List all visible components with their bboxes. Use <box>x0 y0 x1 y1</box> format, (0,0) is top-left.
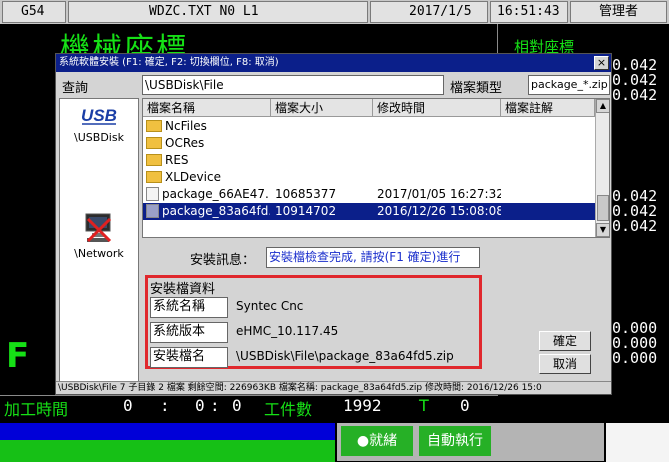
work-time-sep: : <box>160 396 170 415</box>
close-icon[interactable]: × <box>594 56 609 70</box>
feed-indicator: F <box>6 336 30 376</box>
drive-label-network[interactable]: \Network <box>61 247 137 260</box>
query-label: 查詢 <box>62 81 89 96</box>
work-time-seconds: 0 <box>232 396 242 415</box>
file-list-scrollbar[interactable]: ▲ ▼ <box>595 99 609 237</box>
system-version-label: 系統版本 <box>150 322 228 343</box>
network-drive-icon[interactable] <box>82 211 116 245</box>
relative-values-low: 0.000 0.000 0.000 <box>612 319 658 367</box>
drive-panel: USB \USBDisk \Network <box>59 98 139 388</box>
install-file-label: 安裝檔名 <box>150 347 228 368</box>
folder-icon <box>146 119 162 132</box>
scroll-thumb[interactable] <box>597 195 609 221</box>
file-row[interactable]: OCRes <box>143 135 595 152</box>
user-display: 管理者 <box>570 1 667 23</box>
software-install-dialog: 系統軟體安裝 (F1: 確定, F2: 切換欄位, F8: 取消) × 查詢 \… <box>55 53 612 395</box>
scroll-down-icon[interactable]: ▼ <box>596 223 609 237</box>
install-file-value: \USBDisk\File\package_83a64fd5.zip <box>236 349 454 363</box>
relative-values-mid: 0.042 0.042 0.042 <box>612 187 658 235</box>
folder-icon <box>146 136 162 149</box>
program-name: WDZC.TXT N0 L1 <box>68 1 368 23</box>
dialog-status-bar: \USBDisk\File 7 子目錄 2 檔案 剩餘空間: 226963KB … <box>56 381 611 394</box>
status-ready-button[interactable]: ●就緒 <box>341 426 413 456</box>
install-message: 安裝檔檢查完成, 請按(F1 確定)進行 <box>266 247 480 268</box>
auto-execute-button[interactable]: 自動執行 <box>419 426 491 456</box>
column-header-comment[interactable]: 檔案註解 <box>501 99 595 117</box>
system-name-label: 系統名稱 <box>150 297 228 318</box>
column-header-size[interactable]: 檔案大小 <box>271 99 373 117</box>
column-header-name[interactable]: 檔案名稱 <box>143 99 271 117</box>
file-row-selected[interactable]: package_83a64fd... 10914702 2016/12/26 1… <box>143 203 595 220</box>
cancel-button[interactable]: 取消 <box>539 354 591 374</box>
drive-label-usb[interactable]: \USBDisk <box>61 131 137 144</box>
work-time-sep: : <box>210 396 220 415</box>
file-icon <box>146 203 159 218</box>
usb-drive-icon[interactable]: USB <box>74 103 124 129</box>
install-info-title: 安裝檔資料 <box>150 282 216 297</box>
scroll-up-icon[interactable]: ▲ <box>596 99 609 113</box>
svg-text:USB: USB <box>81 106 117 125</box>
folder-icon <box>146 170 162 183</box>
tool-number: 0 <box>460 396 470 415</box>
system-name-value: Syntec Cnc <box>236 299 304 313</box>
system-version-value: eHMC_10.117.45 <box>236 324 339 338</box>
work-time-label: 加工時間 <box>4 400 69 419</box>
dialog-title: 系統軟體安裝 (F1: 確定, F2: 切換欄位, F8: 取消) <box>56 54 611 72</box>
progress-bar-blue <box>0 423 335 440</box>
tool-label: T <box>419 396 429 415</box>
coordinate-mode: G54 <box>2 1 66 23</box>
work-time-hours: 0 <box>123 396 133 415</box>
file-type-label: 檔案類型 <box>450 81 503 96</box>
workpiece-count: 1992 <box>343 396 382 415</box>
file-icon <box>146 186 159 201</box>
softkey-blank <box>606 423 669 462</box>
file-list: 檔案名稱 檔案大小 修改時間 檔案註解 NcFiles OCRes RES XL… <box>142 98 610 238</box>
column-header-time[interactable]: 修改時間 <box>373 99 501 117</box>
query-path-input[interactable]: \USBDisk\File <box>142 75 444 95</box>
date-display: 2017/1/5 <box>370 1 488 23</box>
file-row[interactable]: NcFiles <box>143 118 595 135</box>
folder-icon <box>146 153 162 166</box>
install-file-info: 安裝檔資料 系統名稱 Syntec Cnc 系統版本 eHMC_10.117.4… <box>145 275 482 369</box>
file-row[interactable]: RES <box>143 152 595 169</box>
workpiece-label: 工件數 <box>264 400 313 419</box>
relative-coordinate-title: 相對座標 <box>497 24 607 56</box>
work-time-minutes: 0 <box>195 396 205 415</box>
install-message-label: 安裝訊息： <box>190 253 256 268</box>
file-type-input[interactable]: package_*.zip <box>528 75 610 95</box>
progress-bar-green <box>0 440 335 462</box>
ok-button[interactable]: 確定 <box>539 331 591 351</box>
file-row[interactable]: XLDevice <box>143 169 595 186</box>
time-display: 16:51:43 <box>490 1 568 23</box>
file-row[interactable]: package_66AE47... 10685377 2017/01/05 16… <box>143 186 595 203</box>
relative-values-top: 0.042 0.042 0.042 <box>612 56 658 104</box>
